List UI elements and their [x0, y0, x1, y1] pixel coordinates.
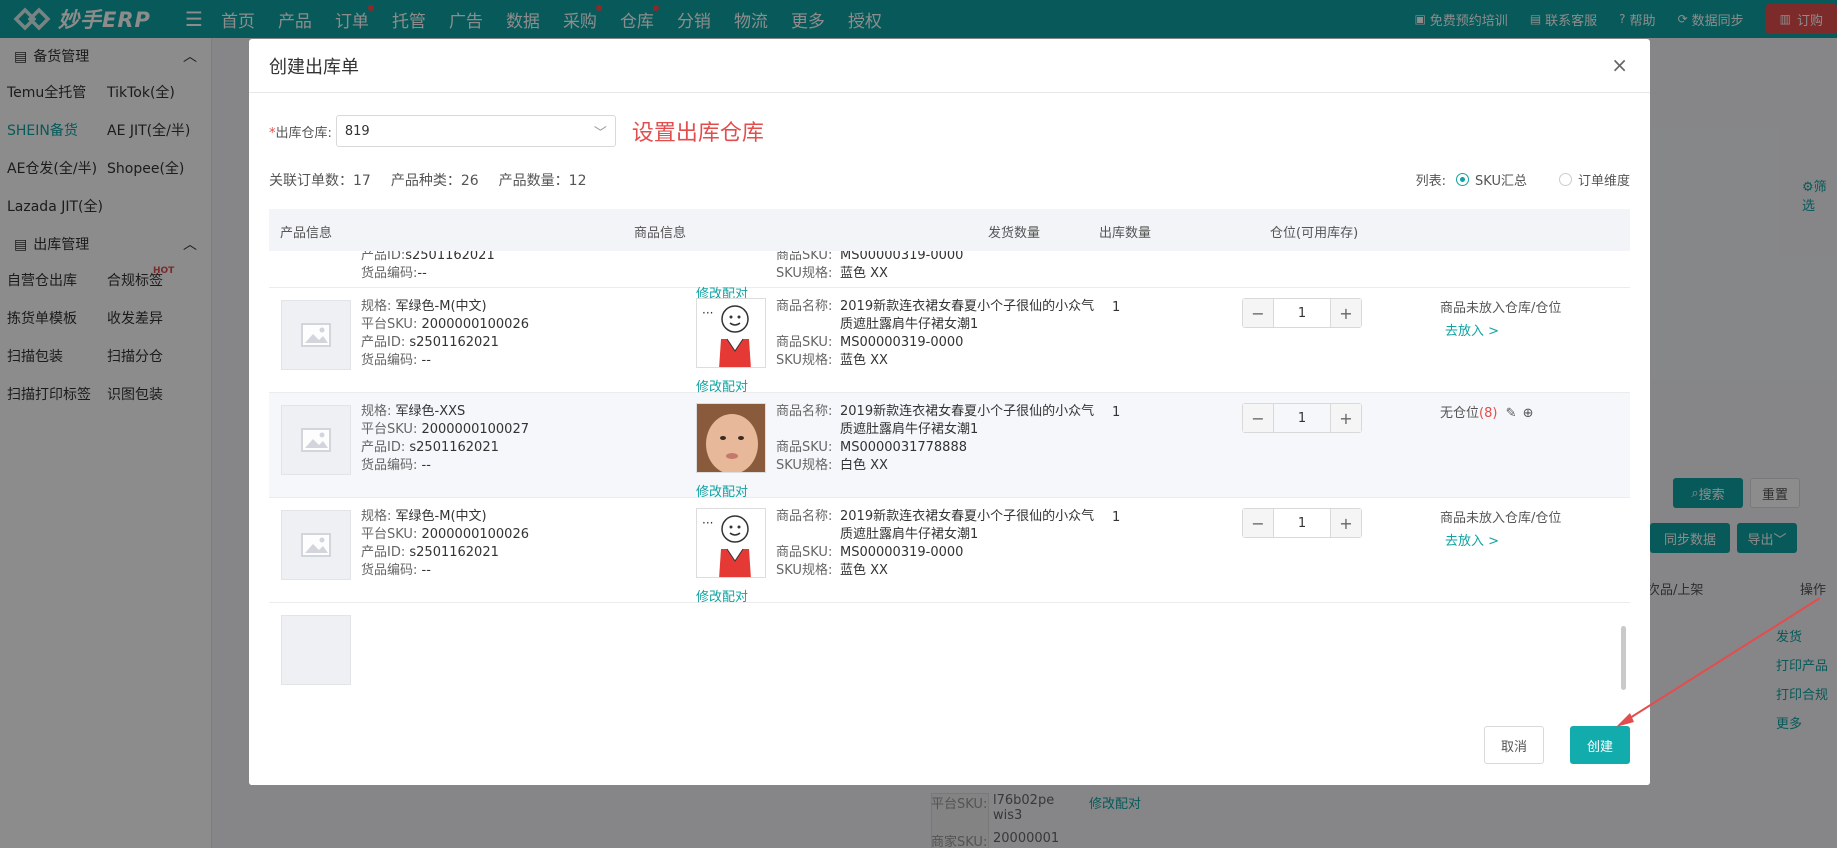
annotation-arrow: [1616, 597, 1821, 727]
